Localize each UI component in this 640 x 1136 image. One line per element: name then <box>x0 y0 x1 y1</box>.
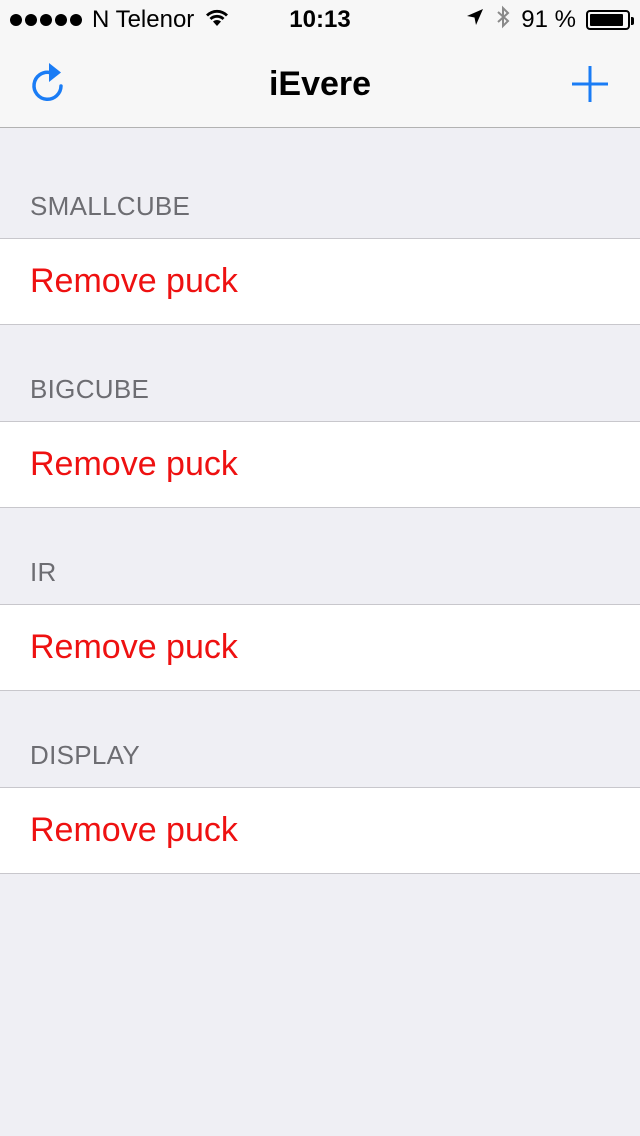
battery-fill <box>590 14 623 26</box>
section-header-label: DISPLAY <box>30 740 140 770</box>
bluetooth-icon <box>495 5 511 36</box>
navigation-bar: iEvere <box>0 40 640 128</box>
add-button[interactable] <box>546 40 634 128</box>
remove-puck-label: Remove puck <box>30 628 238 666</box>
section-header-label: BIGCUBE <box>30 374 150 404</box>
remove-puck-label: Remove puck <box>30 445 238 483</box>
refresh-button[interactable] <box>6 40 94 128</box>
section-header-ir: IR <box>0 508 640 604</box>
remove-puck-label: Remove puck <box>30 811 238 849</box>
location-arrow-icon <box>465 6 485 34</box>
status-right: 91 % <box>465 5 634 36</box>
remove-puck-cell-smallcube[interactable]: Remove puck <box>0 238 640 325</box>
battery-percent: 91 % <box>521 6 576 33</box>
section-header-label: IR <box>30 557 57 587</box>
section-header-smallcube: SMALLCUBE <box>0 128 640 238</box>
remove-puck-cell-ir[interactable]: Remove puck <box>0 604 640 691</box>
section-header-bigcube: BIGCUBE <box>0 325 640 421</box>
status-bar: N Telenor 10:13 91 % <box>0 0 640 40</box>
remove-puck-label: Remove puck <box>30 262 238 300</box>
remove-puck-cell-bigcube[interactable]: Remove puck <box>0 421 640 508</box>
battery-icon <box>586 10 634 30</box>
section-header-display: DISPLAY <box>0 691 640 787</box>
page-title: iEvere <box>268 65 372 103</box>
puck-table: SMALLCUBE Remove puck BIGCUBE Remove puc… <box>0 128 640 874</box>
section-header-label: SMALLCUBE <box>30 191 191 221</box>
plus-icon <box>572 66 608 102</box>
remove-puck-cell-display[interactable]: Remove puck <box>0 787 640 874</box>
refresh-icon <box>32 63 63 102</box>
